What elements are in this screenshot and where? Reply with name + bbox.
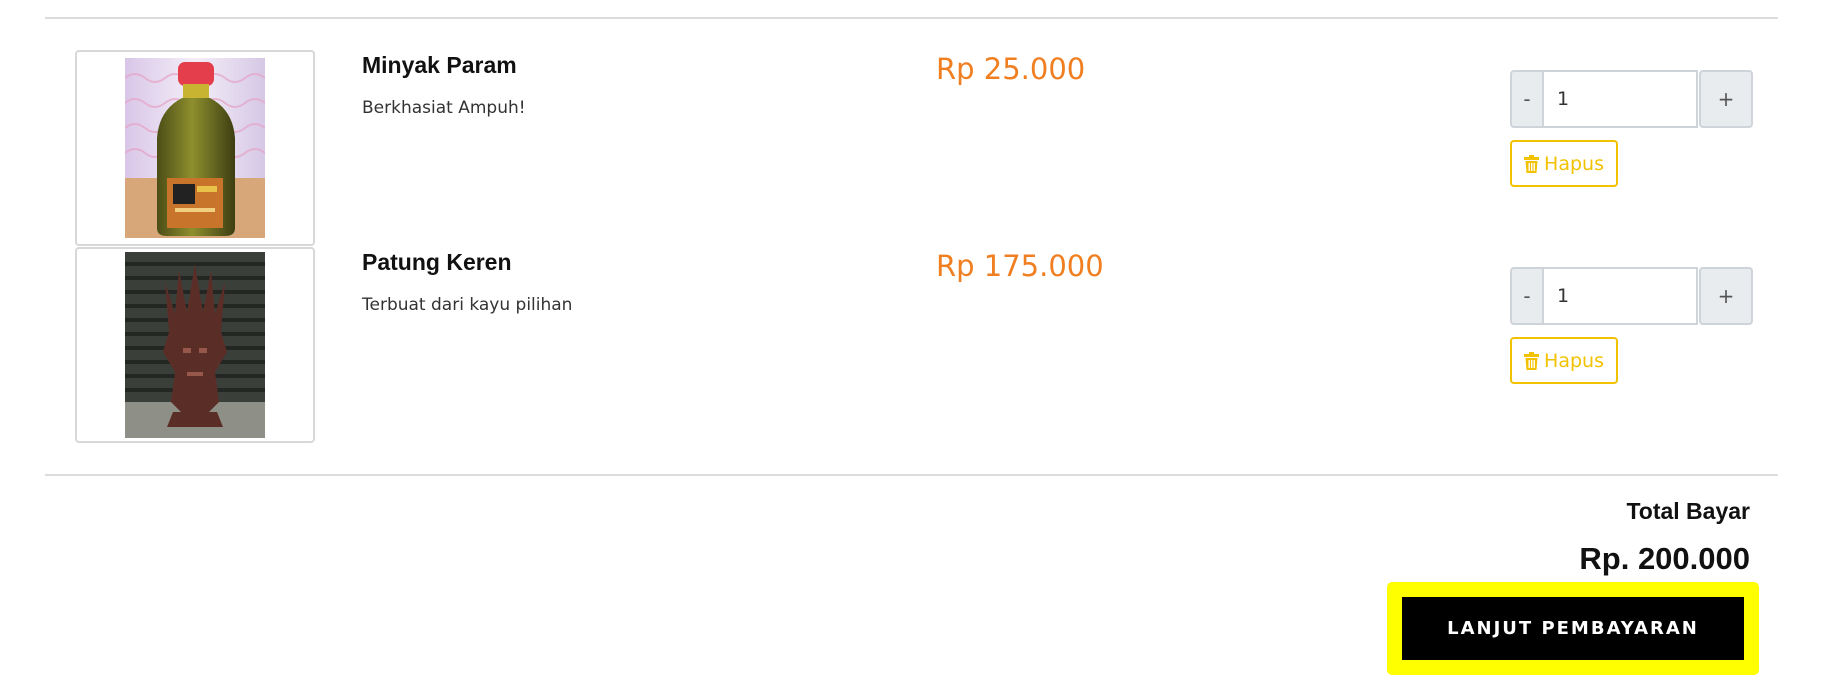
cart-page: Minyak Param Berkhasiat Ampuh! Rp 25.000… (0, 0, 1826, 682)
product-price: Rp 25.000 (936, 52, 1086, 86)
decrement-button[interactable]: - (1510, 70, 1544, 128)
increment-button[interactable]: + (1699, 267, 1753, 325)
product-image (75, 50, 315, 246)
cart-item: Minyak Param Berkhasiat Ampuh! Rp 25.000… (0, 50, 1826, 246)
quantity-stepper: - + (1510, 70, 1753, 128)
product-name: Minyak Param (362, 52, 517, 78)
product-price: Rp 175.000 (936, 249, 1104, 283)
delete-label: Hapus (1544, 152, 1604, 175)
wood-statue-photo (125, 252, 265, 438)
quantity-input[interactable] (1544, 267, 1698, 325)
bottom-divider (45, 474, 1778, 476)
product-description: Berkhasiat Ampuh! (362, 98, 526, 118)
quantity-input[interactable] (1544, 70, 1698, 128)
total-label: Total Bayar (1626, 498, 1750, 524)
delete-button[interactable]: Hapus (1510, 337, 1618, 384)
product-description: Terbuat dari kayu pilihan (362, 295, 573, 315)
product-image (75, 247, 315, 443)
cart-item: Patung Keren Terbuat dari kayu pilihan R… (0, 247, 1826, 443)
total-value: Rp. 200.000 (1579, 541, 1750, 576)
delete-button[interactable]: Hapus (1510, 140, 1618, 187)
trash-icon (1524, 351, 1540, 370)
delete-label: Hapus (1544, 349, 1604, 372)
decrement-button[interactable]: - (1510, 267, 1544, 325)
top-divider (45, 17, 1778, 19)
oil-bottle-photo (125, 58, 265, 238)
checkout-button[interactable]: LANJUT PEMBAYARAN (1402, 597, 1744, 660)
trash-icon (1524, 154, 1540, 173)
increment-button[interactable]: + (1699, 70, 1753, 128)
quantity-stepper: - + (1510, 267, 1753, 325)
product-name: Patung Keren (362, 249, 512, 275)
